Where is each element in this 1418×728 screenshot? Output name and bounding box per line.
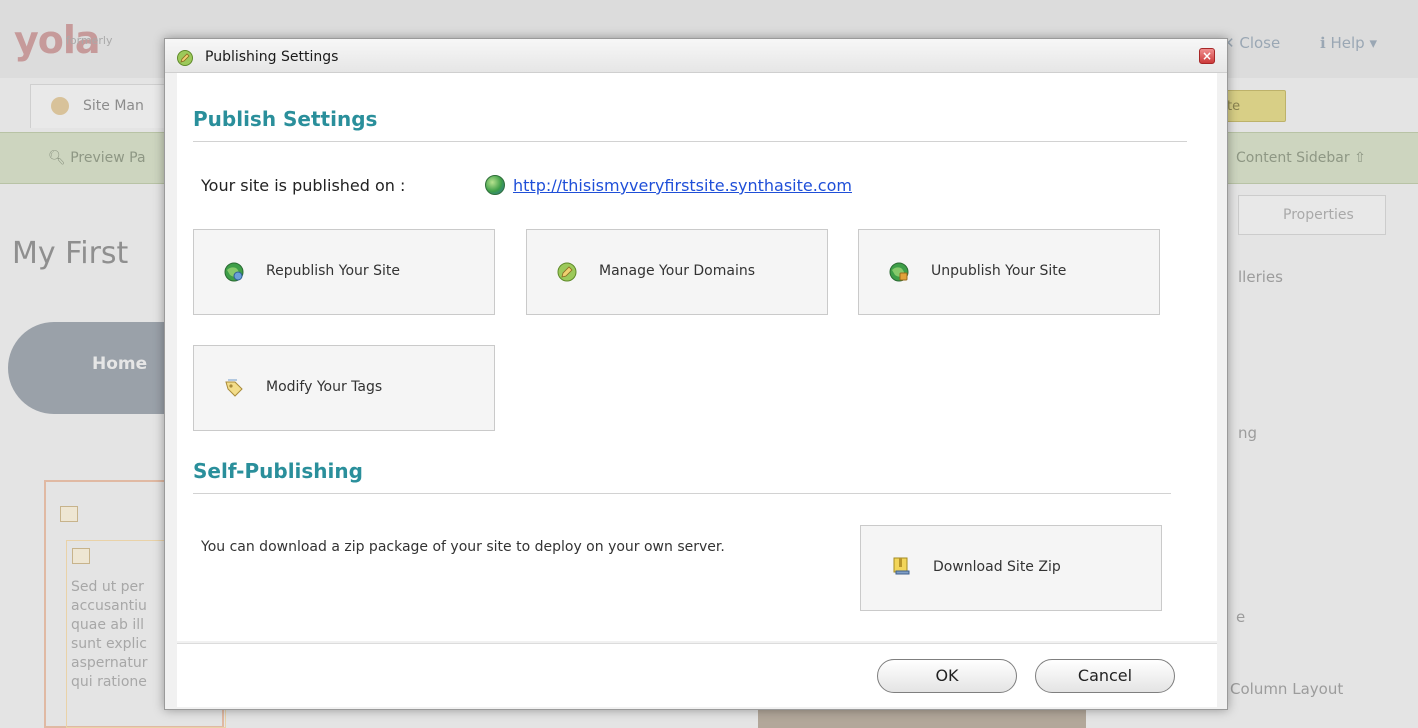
manage-domains-button[interactable]: Manage Your Domains — [526, 229, 828, 315]
modify-tags-label: Modify Your Tags — [266, 379, 383, 395]
close-icon[interactable]: × — [1199, 48, 1215, 64]
home-label: Home — [92, 354, 148, 374]
published-on-label: Your site is published on : — [201, 176, 406, 195]
self-publishing-heading: Self-Publishing — [193, 459, 363, 483]
publish-button-bg-label: te — [1227, 99, 1241, 114]
download-site-zip-button[interactable]: Download Site Zip — [860, 525, 1162, 611]
magnifier-icon: 🔍︎ — [48, 150, 71, 166]
sidebar-item-column-layout: Column Layout — [1230, 680, 1344, 698]
globe-lock-icon — [889, 262, 909, 282]
page-title: My First — [12, 236, 129, 271]
unpublish-site-button[interactable]: Unpublish Your Site — [858, 229, 1160, 315]
tag-icon — [225, 379, 243, 397]
logo-subtitle: formerly — [66, 34, 113, 47]
preview-page-link: 🔍︎ Preview Pa — [48, 150, 146, 166]
edit-icon — [72, 548, 90, 564]
zip-file-icon — [893, 557, 910, 575]
edit-icon — [60, 506, 78, 522]
site-manager-tab: Site Man — [30, 84, 180, 128]
info-icon: ℹ — [1320, 34, 1331, 52]
dialog-footer: OK Cancel — [177, 643, 1217, 707]
publish-settings-heading: Publish Settings — [193, 107, 378, 131]
content-sidebar-link: Content Sidebar ⇧ — [1236, 150, 1366, 166]
dialog-body: Publish Settings Your site is published … — [177, 73, 1217, 641]
divider — [193, 493, 1171, 494]
globe-icon — [485, 175, 505, 195]
app-close-link: ✕ Close — [1222, 34, 1281, 52]
publishing-settings-dialog: Publishing Settings × Publish Settings Y… — [164, 38, 1228, 710]
republish-label: Republish Your Site — [266, 263, 400, 279]
cancel-button[interactable]: Cancel — [1035, 659, 1175, 693]
dialog-titlebar[interactable]: Publishing Settings × — [165, 39, 1227, 73]
app-help-link: ℹ Help ▾ — [1320, 34, 1377, 52]
home-nav-item: Home — [8, 322, 178, 414]
sidebar-item-3: e — [1236, 608, 1246, 626]
self-publishing-description: You can download a zip package of your s… — [201, 539, 725, 555]
pencil-icon — [177, 50, 193, 66]
arrow-up-icon: ⇧ — [1349, 150, 1366, 166]
sidebar-item-galleries: lleries — [1238, 268, 1283, 286]
published-url-link[interactable]: http://thisismyveryfirstsite.synthasite.… — [513, 176, 852, 195]
sidebar-item-2: ng — [1238, 424, 1258, 442]
dialog-title: Publishing Settings — [205, 49, 339, 65]
properties-label: Properties — [1283, 207, 1354, 223]
republish-site-button[interactable]: Republish Your Site — [193, 229, 495, 315]
unpublish-label: Unpublish Your Site — [931, 263, 1067, 279]
manage-domains-label: Manage Your Domains — [599, 263, 756, 279]
properties-button: Properties — [1238, 195, 1386, 235]
chevron-down-icon: ▾ — [1364, 34, 1377, 52]
globe-refresh-icon — [224, 262, 244, 282]
download-zip-label: Download Site Zip — [933, 559, 1061, 575]
modify-tags-button[interactable]: Modify Your Tags — [193, 345, 495, 431]
divider — [193, 141, 1187, 142]
site-manager-icon — [51, 97, 69, 115]
pencil-icon — [557, 262, 577, 282]
background-photo — [758, 708, 1086, 728]
ok-button[interactable]: OK — [877, 659, 1017, 693]
site-manager-tab-label: Site Man — [83, 98, 144, 114]
